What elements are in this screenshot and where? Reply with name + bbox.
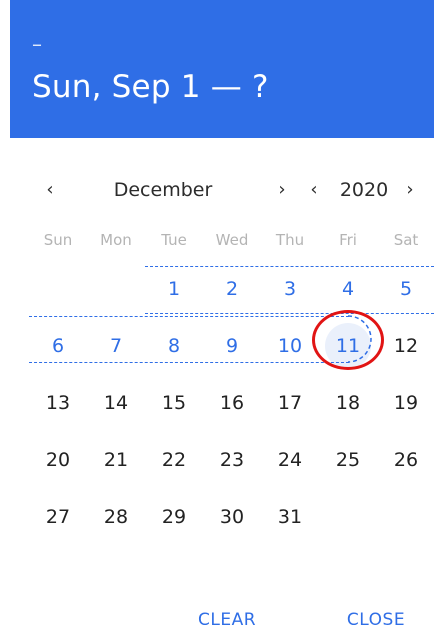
day-21[interactable]: 21 (87, 431, 145, 488)
range-start-indicator: – (32, 32, 42, 56)
empty-day-cell (29, 260, 87, 317)
day-28[interactable]: 28 (87, 488, 145, 545)
day-7[interactable]: 7 (87, 317, 145, 374)
weekday-thu: Thu (275, 231, 305, 249)
day-24[interactable]: 24 (261, 431, 319, 488)
selected-range-title: Sun, Sep 1 — ? (32, 69, 269, 105)
prev-year-chevron-left-icon[interactable]: ‹ (306, 175, 322, 205)
day-number: 27 (45, 505, 71, 528)
day-number: 29 (161, 505, 187, 528)
day-29[interactable]: 29 (145, 488, 203, 545)
next-year-chevron-right-icon[interactable]: › (402, 175, 418, 205)
day-4[interactable]: 4 (319, 260, 377, 317)
day-number: 23 (219, 448, 245, 471)
calendar-day-grid: 1 2 3 4 5 6 7 8 9 10 11 12 13 14 15 16 17 18 19 20 21 22 23 24 2… (29, 260, 433, 545)
day-5[interactable]: 5 (377, 260, 434, 317)
day-number: 9 (225, 334, 239, 357)
day-number: 26 (393, 448, 419, 471)
day-1[interactable]: 1 (145, 260, 203, 317)
day-number: 4 (341, 277, 355, 300)
day-number: 12 (393, 334, 419, 357)
day-22[interactable]: 22 (145, 431, 203, 488)
day-11[interactable]: 11 (319, 317, 377, 374)
picker-header: – Sun, Sep 1 — ? (10, 0, 434, 138)
day-14[interactable]: 14 (87, 374, 145, 431)
day-30[interactable]: 30 (203, 488, 261, 545)
day-6[interactable]: 6 (29, 317, 87, 374)
day-2[interactable]: 2 (203, 260, 261, 317)
day-number: 21 (103, 448, 129, 471)
close-button[interactable]: CLOSE (336, 605, 416, 634)
day-31[interactable]: 31 (261, 488, 319, 545)
day-number: 17 (277, 391, 303, 414)
day-number: 1 (167, 277, 181, 300)
day-3[interactable]: 3 (261, 260, 319, 317)
day-number: 11 (335, 334, 361, 357)
day-number: 28 (103, 505, 129, 528)
day-9[interactable]: 9 (203, 317, 261, 374)
day-number: 18 (335, 391, 361, 414)
date-range-picker: – Sun, Sep 1 — ? ‹ December › ‹ 2020 › S… (0, 0, 434, 634)
empty-day-cell (377, 488, 434, 545)
day-10[interactable]: 10 (261, 317, 319, 374)
month-label[interactable]: December (108, 175, 218, 205)
day-number: 3 (283, 277, 297, 300)
month-year-navigation: ‹ December › ‹ 2020 › (0, 175, 434, 205)
day-20[interactable]: 20 (29, 431, 87, 488)
day-25[interactable]: 25 (319, 431, 377, 488)
day-number: 31 (277, 505, 303, 528)
prev-month-chevron-left-icon[interactable]: ‹ (42, 175, 58, 205)
day-number: 8 (167, 334, 181, 357)
day-number: 14 (103, 391, 129, 414)
year-label[interactable]: 2020 (336, 175, 392, 205)
day-number: 20 (45, 448, 71, 471)
clear-button[interactable]: CLEAR (192, 605, 262, 634)
weekday-sat: Sat (393, 231, 419, 249)
day-number: 5 (399, 277, 413, 300)
day-23[interactable]: 23 (203, 431, 261, 488)
empty-day-cell (319, 488, 377, 545)
weekday-tue: Tue (161, 231, 187, 249)
picker-actions: CLEAR CLOSE (0, 605, 434, 634)
day-18[interactable]: 18 (319, 374, 377, 431)
day-26[interactable]: 26 (377, 431, 434, 488)
weekday-fri: Fri (339, 231, 357, 249)
day-8[interactable]: 8 (145, 317, 203, 374)
day-19[interactable]: 19 (377, 374, 434, 431)
day-27[interactable]: 27 (29, 488, 87, 545)
day-number: 16 (219, 391, 245, 414)
day-12[interactable]: 12 (377, 317, 434, 374)
day-number: 25 (335, 448, 361, 471)
empty-day-cell (87, 260, 145, 317)
next-month-chevron-right-icon[interactable]: › (274, 175, 290, 205)
day-number: 24 (277, 448, 303, 471)
day-number: 6 (51, 334, 65, 357)
weekday-wed: Wed (215, 231, 249, 249)
day-number: 2 (225, 277, 239, 300)
day-17[interactable]: 17 (261, 374, 319, 431)
day-number: 19 (393, 391, 419, 414)
weekday-mon: Mon (100, 231, 132, 249)
day-15[interactable]: 15 (145, 374, 203, 431)
day-16[interactable]: 16 (203, 374, 261, 431)
day-number: 10 (277, 334, 303, 357)
weekday-header-row: Sun Mon Tue Wed Thu Fri Sat (29, 228, 433, 252)
weekday-sun: Sun (43, 231, 73, 249)
day-number: 7 (109, 334, 123, 357)
day-number: 30 (219, 505, 245, 528)
day-number: 13 (45, 391, 71, 414)
day-number: 22 (161, 448, 187, 471)
day-number: 15 (161, 391, 187, 414)
day-13[interactable]: 13 (29, 374, 87, 431)
